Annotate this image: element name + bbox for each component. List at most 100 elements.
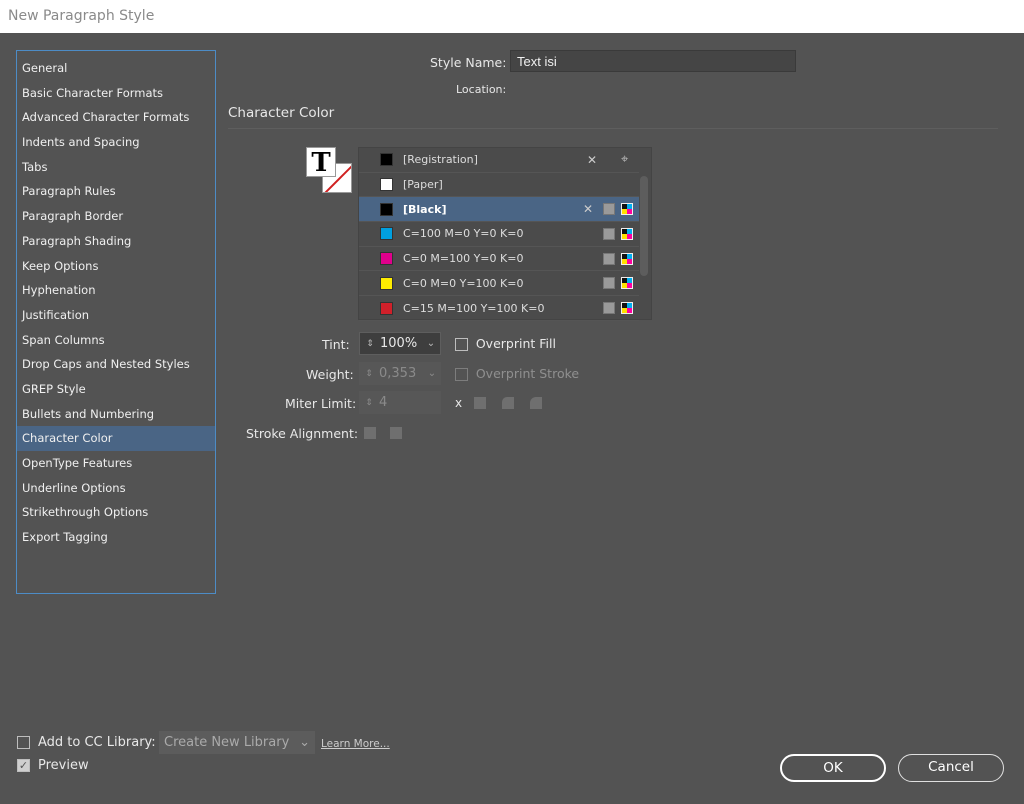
overprint-fill-checkbox[interactable]: Overprint Fill (455, 336, 556, 351)
stepper-arrows-icon[interactable]: ⇕ (360, 339, 380, 349)
preview-checkbox[interactable]: ✓ Preview (17, 758, 89, 773)
cancel-button[interactable]: Cancel (898, 754, 1004, 782)
swatch-chip (380, 178, 393, 192)
swatch-list[interactable]: [Registration] ✕ ⌖ [Paper] [Black] ✕ C=100 M=0… (358, 147, 652, 321)
weight-value: 0,353 (379, 366, 417, 381)
stroke-align-buttons (364, 427, 418, 442)
swatch-row[interactable]: C=100 M=0 Y=0 K=0 (359, 222, 639, 247)
scroll-thumb[interactable] (640, 176, 648, 276)
stepper-arrows-icon: ⇕ (365, 368, 373, 379)
miter-limit-stepper[interactable]: ⇕ 4 (359, 391, 441, 414)
style-name-input[interactable] (510, 50, 796, 72)
swatch-row[interactable]: C=15 M=100 Y=100 K=0 (359, 296, 639, 321)
swatch-row[interactable]: [Registration] ✕ ⌖ (359, 148, 639, 173)
bevel-join-icon[interactable] (530, 397, 542, 409)
sidebar-item-span-columns[interactable]: Span Columns (17, 328, 215, 353)
swatch-name: C=100 M=0 Y=0 K=0 (403, 227, 524, 241)
cc-library-checkbox[interactable]: Add to CC Library: (17, 735, 156, 750)
cmyk-icon (621, 252, 633, 265)
process-color-icon (603, 277, 615, 290)
library-select[interactable]: Create New Library ⌄ (159, 731, 315, 754)
swatch-name: [Black] (403, 202, 447, 216)
sidebar-item-advanced-character-formats[interactable]: Advanced Character Formats (17, 105, 215, 130)
swatch-chip (380, 227, 393, 241)
stroke-alignment-label: Stroke Alignment: (246, 426, 359, 441)
swatch-row[interactable]: [Black] ✕ (359, 197, 639, 223)
swatch-scrollbar[interactable] (637, 148, 651, 319)
sidebar-item-tabs[interactable]: Tabs (17, 155, 215, 180)
round-join-icon[interactable] (502, 397, 514, 409)
swatch-row[interactable]: C=0 M=100 Y=0 K=0 (359, 247, 639, 272)
location-label: Location: (456, 83, 507, 96)
tint-label: Tint: (322, 337, 350, 352)
fill-stroke-text-icon[interactable]: T (306, 147, 352, 193)
overprint-stroke-checkbox[interactable]: Overprint Stroke (455, 366, 579, 381)
swatch-name: [Paper] (403, 178, 443, 192)
chevron-down-icon: ⌄ (299, 735, 310, 750)
process-color-icon (603, 227, 615, 240)
sidebar-item-drop-caps-and-nested-styles[interactable]: Drop Caps and Nested Styles (17, 352, 215, 377)
swatch-chip (380, 153, 393, 167)
cmyk-icon (621, 277, 633, 290)
cmyk-icon (621, 227, 633, 240)
swatch-name: C=0 M=100 Y=0 K=0 (403, 252, 524, 266)
process-color-icon (603, 302, 615, 315)
swatch-chip (380, 252, 393, 266)
align-inside-icon[interactable] (390, 427, 402, 439)
weight-stepper[interactable]: ⇕ 0,353 ⌄ (359, 362, 441, 385)
sidebar-nav: General Basic Character Formats Advanced C… (16, 50, 216, 594)
process-color-icon (603, 203, 615, 216)
swatch-name: C=0 M=0 Y=100 K=0 (403, 276, 524, 290)
checkmark-icon: ✓ (17, 759, 30, 772)
swatch-name: C=15 M=100 Y=100 K=0 (403, 301, 545, 315)
cc-library-label: Add to CC Library: (38, 735, 156, 750)
style-name-label: Style Name: (430, 55, 507, 70)
sidebar-item-basic-character-formats[interactable]: Basic Character Formats (17, 81, 215, 106)
cmyk-icon (621, 203, 633, 216)
ok-button[interactable]: OK (780, 754, 886, 782)
window-title: New Paragraph Style (0, 0, 1024, 33)
learn-more-link[interactable]: Learn More... (321, 738, 390, 750)
process-color-icon (603, 252, 615, 265)
sidebar-item-bullets-and-numbering[interactable]: Bullets and Numbering (17, 402, 215, 427)
cmyk-icon (621, 302, 633, 315)
sidebar-item-paragraph-shading[interactable]: Paragraph Shading (17, 229, 215, 254)
tint-stepper[interactable]: ⇕ 100% ⌄ (359, 332, 441, 355)
sidebar-item-strikethrough-options[interactable]: Strikethrough Options (17, 500, 215, 525)
sidebar-item-grep-style[interactable]: GREP Style (17, 377, 215, 402)
swatch-row[interactable]: [Paper] (359, 173, 639, 198)
swatch-row[interactable]: C=0 M=0 Y=100 K=0 (359, 272, 639, 297)
overprint-stroke-label: Overprint Stroke (475, 366, 580, 381)
sidebar-item-indents-and-spacing[interactable]: Indents and Spacing (17, 130, 215, 155)
miter-join-icon[interactable] (474, 397, 486, 409)
sidebar-item-export-tagging[interactable]: Export Tagging (17, 525, 215, 550)
sidebar-item-paragraph-rules[interactable]: Paragraph Rules (17, 179, 215, 204)
no-edit-pencil-icon: ✕ (587, 152, 598, 167)
miter-limit-label: Miter Limit: (285, 396, 357, 411)
sidebar-item-hyphenation[interactable]: Hyphenation (17, 278, 215, 303)
sidebar-item-character-color[interactable]: Character Color (17, 426, 215, 451)
section-title: Character Color (228, 105, 335, 121)
sidebar-item-underline-options[interactable]: Underline Options (17, 476, 215, 501)
sidebar-item-opentype-features[interactable]: OpenType Features (17, 451, 215, 476)
weight-label: Weight: (306, 367, 354, 382)
join-buttons (474, 397, 558, 412)
library-value: Create New Library (164, 735, 290, 750)
miter-value: 4 (379, 395, 388, 410)
sidebar-item-general[interactable]: General (17, 56, 215, 81)
registration-icon: ⌖ (621, 151, 629, 167)
chevron-down-icon[interactable]: ⌄ (422, 338, 440, 349)
swatch-chip (380, 276, 393, 290)
no-edit-pencil-icon: ✕ (583, 202, 594, 217)
overprint-fill-label: Overprint Fill (475, 336, 556, 351)
swatch-chip (380, 202, 393, 216)
chevron-down-icon: ⌄ (427, 368, 437, 379)
divider (228, 128, 998, 129)
sidebar-item-paragraph-border[interactable]: Paragraph Border (17, 204, 215, 229)
sidebar-item-keep-options[interactable]: Keep Options (17, 254, 215, 279)
tint-value[interactable]: 100% (380, 336, 422, 351)
swatch-name: [Registration] (403, 153, 478, 167)
align-center-icon[interactable] (364, 427, 376, 439)
swatch-chip (380, 301, 393, 315)
sidebar-item-justification[interactable]: Justification (17, 303, 215, 328)
